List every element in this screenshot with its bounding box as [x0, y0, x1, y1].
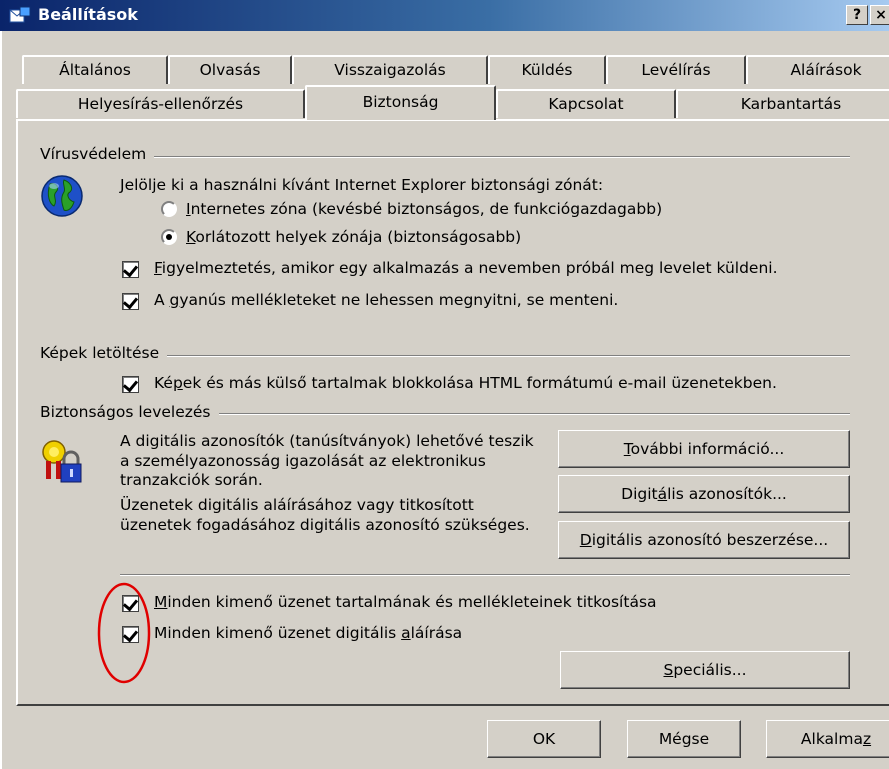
radio-internet-zone-label[interactable]: Internetes zóna (kevésbé biztonságos, de… — [186, 200, 662, 218]
checkbox-sign-all[interactable] — [122, 626, 139, 643]
tab-olvasas[interactable]: Olvasás — [168, 55, 292, 84]
label-text: ek és más külső tartalmak blokkolása HTM… — [182, 374, 777, 392]
check-mark — [122, 293, 139, 310]
check-mark — [122, 595, 139, 612]
outlook-express-icon — [9, 6, 31, 23]
tab-visszaigazolas[interactable]: Visszaigazolás — [292, 55, 488, 84]
tab-label: Általános — [59, 61, 131, 79]
tab-karbantartas[interactable]: Karbantartás — [676, 89, 889, 118]
button-label: lis azonosítók... — [667, 485, 787, 503]
tab-alairasok[interactable]: Aláírások — [746, 55, 889, 84]
checkbox-warn-send[interactable] — [122, 261, 139, 278]
tab-label: Karbantartás — [740, 95, 842, 113]
info-text-line: tranzakciók során. — [120, 471, 263, 489]
label-text: A — [154, 291, 170, 309]
tab-levelíras[interactable]: Levélírás — [606, 55, 746, 84]
label-text: Minden kimenő üzenet digitális — [154, 624, 402, 642]
label-text: nternetes zóna (kevésbé biztonságos, de … — [190, 200, 663, 218]
info-text-line: a személyazonosság igazolását az elektro… — [120, 452, 486, 470]
info-text-line: üzenetek fogadásához digitális azonosító… — [120, 516, 530, 534]
radio-restricted-zone-label[interactable]: Korlátozott helyek zónája (biztonságosab… — [186, 228, 521, 246]
checkbox-sign-all-label[interactable]: Minden kimenő üzenet digitális aláírása — [154, 624, 462, 642]
help-button[interactable]: ? — [846, 5, 868, 25]
close-button[interactable]: × — [870, 5, 889, 25]
access-key: F — [154, 259, 162, 277]
tab-kuldes[interactable]: Küldés — [488, 55, 606, 84]
check-mark — [122, 626, 139, 643]
checkbox-block-images-label[interactable]: Képek és más külső tartalmak blokkolása … — [154, 374, 777, 392]
info-text-line: Üzenetek digitális aláírásához vagy titk… — [120, 496, 474, 514]
checkbox-block-attachments[interactable] — [122, 293, 139, 310]
zone-prompt: Jelölje ki a használni kívánt Internet E… — [120, 176, 604, 194]
button-label: peciális... — [673, 661, 747, 679]
checkbox-encrypt-all-label[interactable]: Minden kimenő üzenet tartalmának és mell… — [154, 593, 657, 611]
checkbox-encrypt-all[interactable] — [122, 595, 139, 612]
tab-panel-security: Vírusvédelem Jelölje ki a használni kívá… — [16, 119, 889, 706]
radio-restricted-zone[interactable] — [161, 229, 177, 245]
more-info-button[interactable]: További információ... — [558, 430, 850, 468]
ok-button[interactable]: OK — [487, 720, 601, 758]
title-bar[interactable]: Beállítások ? × — [0, 0, 889, 31]
window-title: Beállítások — [38, 5, 138, 24]
access-key: á — [657, 485, 668, 503]
label-text: orlátozott helyek zónája (biztonságosabb… — [195, 228, 522, 246]
info-text-line: A digitális azonosítók (tanúsítványok) l… — [120, 432, 534, 450]
check-mark — [122, 261, 139, 278]
group-separator — [40, 156, 850, 158]
button-label: Digit — [621, 485, 658, 503]
check-mark — [122, 376, 139, 393]
radio-internet-zone[interactable] — [161, 201, 177, 217]
tab-biztonsag[interactable]: Biztonság — [305, 85, 496, 120]
tab-label: Olvasás — [199, 61, 261, 79]
group-separator — [120, 574, 850, 576]
button-label: igitális azonosító beszerzése... — [591, 531, 829, 549]
access-key: p — [172, 374, 183, 392]
group-label-secure-mail: Biztonságos levelezés — [40, 403, 219, 421]
access-key: a — [401, 624, 411, 642]
access-key: g — [169, 291, 180, 309]
button-label: Alkalma — [800, 730, 863, 748]
tab-label: Küldés — [521, 61, 573, 79]
tab-altalanos[interactable]: Általános — [22, 55, 168, 84]
tab-label: Aláírások — [790, 61, 862, 79]
checkbox-warn-send-label[interactable]: Figyelmeztetés, amikor egy alkalmazás a … — [154, 259, 778, 277]
access-key: S — [663, 661, 674, 679]
access-key: K — [186, 228, 196, 246]
tab-helyesiras[interactable]: Helyesírás-ellenőrzés — [16, 89, 305, 118]
digital-ids-button[interactable]: Digitális azonosítók... — [558, 475, 850, 513]
access-key: z — [862, 730, 872, 748]
cancel-button[interactable]: Mégse — [627, 720, 741, 758]
access-key: T — [623, 440, 631, 458]
tab-label: Levélírás — [641, 61, 711, 79]
label-text: inden kimenő üzenet tartalmának és mellé… — [167, 593, 657, 611]
button-label: ovábbi információ... — [630, 440, 785, 458]
checkbox-block-images[interactable] — [122, 376, 139, 393]
access-key: D — [579, 531, 592, 549]
tab-kapcsolat[interactable]: Kapcsolat — [496, 89, 676, 118]
tab-label: Visszaigazolás — [334, 61, 446, 79]
globe-icon — [41, 175, 83, 217]
group-label-images: Képek letöltése — [40, 344, 168, 362]
window-frame — [0, 31, 2, 769]
checkbox-block-attachments-label[interactable]: A gyanús mellékleteket ne lehessen megny… — [154, 291, 618, 309]
label-text: yanús mellékleteket ne lehessen megnyitn… — [179, 291, 619, 309]
tab-label: Biztonság — [362, 93, 439, 111]
label-text: láírása — [410, 624, 463, 642]
radio-selected-dot — [166, 234, 172, 240]
label-text: Ké — [154, 374, 173, 392]
certificate-lock-icon — [42, 440, 82, 483]
label-text: igyelmeztetés, amikor egy alkalmazás a n… — [161, 259, 778, 277]
access-key: M — [154, 593, 168, 611]
get-digital-id-button[interactable]: Digitális azonosító beszerzése... — [558, 521, 850, 559]
advanced-button[interactable]: Speciális... — [560, 651, 850, 689]
tab-label: Helyesírás-ellenőrzés — [77, 95, 244, 113]
group-label-virus: Vírusvédelem — [40, 145, 155, 163]
apply-button[interactable]: Alkalmaz — [766, 720, 889, 758]
tab-label: Kapcsolat — [548, 95, 624, 113]
